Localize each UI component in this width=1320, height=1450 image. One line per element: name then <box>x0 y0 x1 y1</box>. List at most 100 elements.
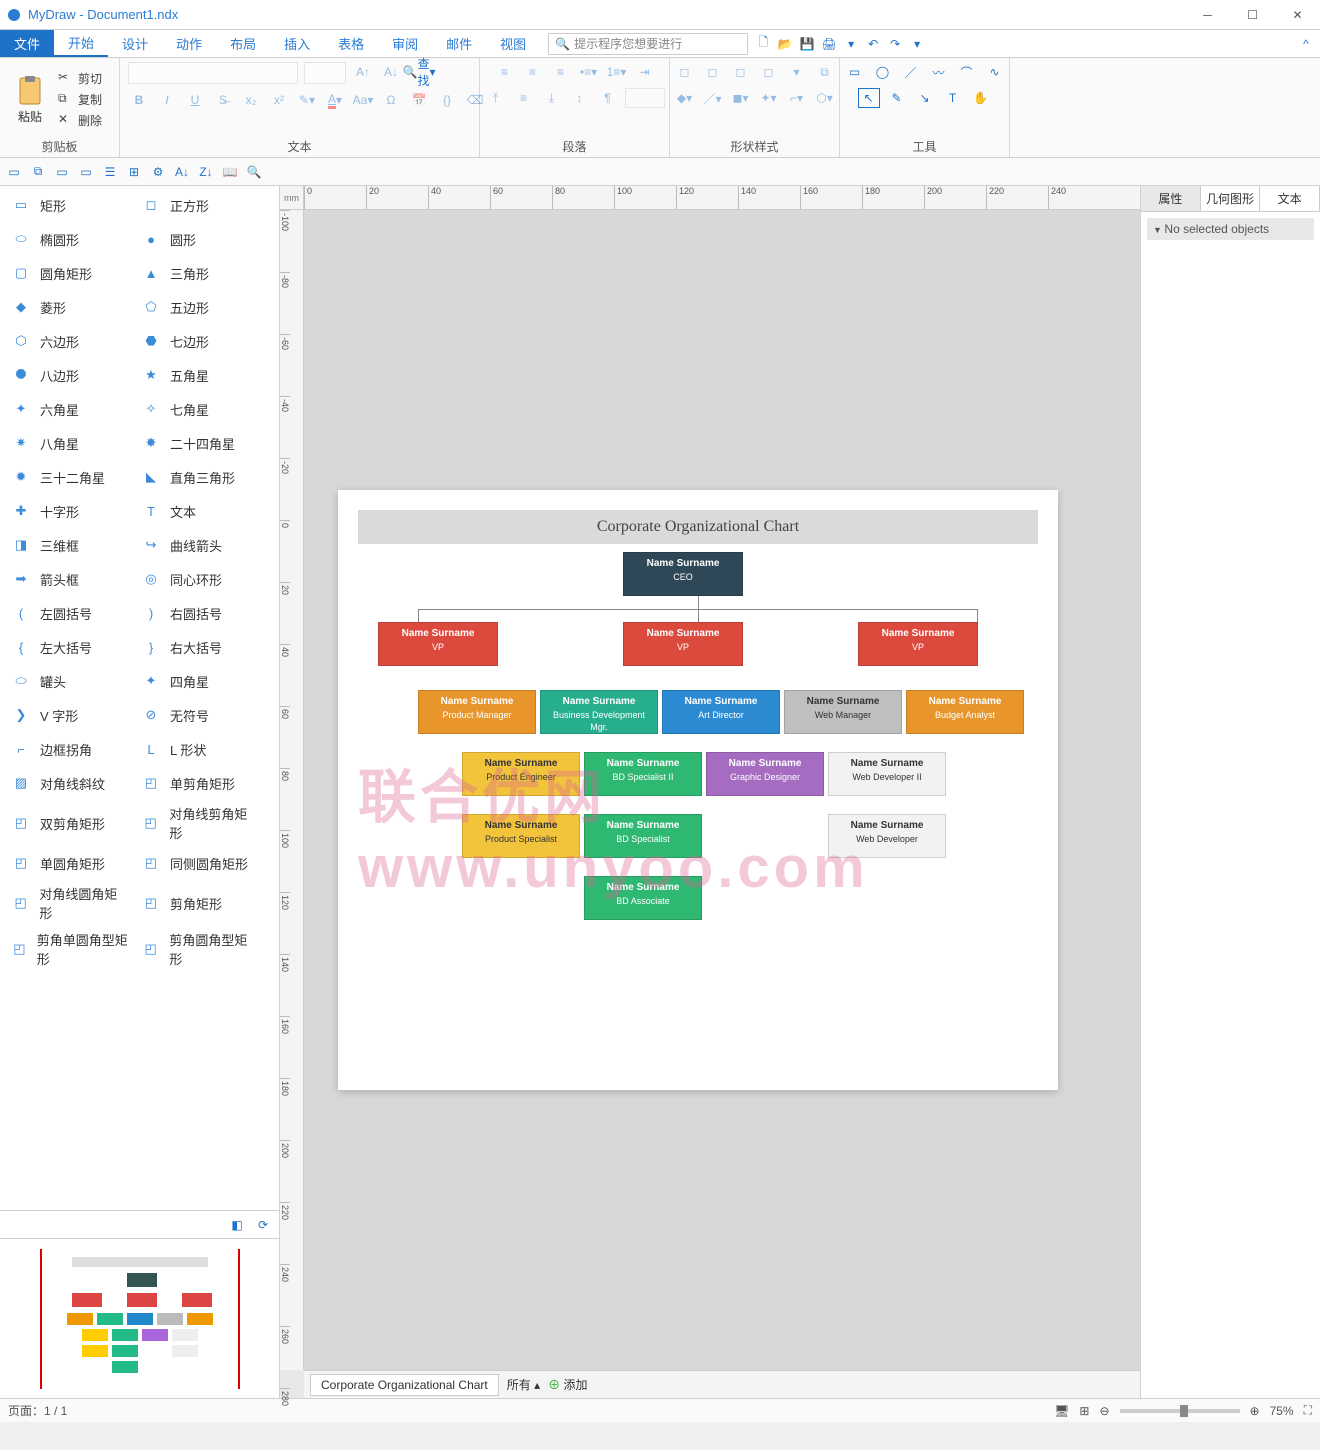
shape-item[interactable]: ◎同心环形 <box>138 566 258 592</box>
style-copy-icon[interactable]: ⧉ <box>814 62 836 82</box>
shape-item[interactable]: ⬭椭圆形 <box>8 226 128 252</box>
org-pe[interactable]: Name SurnameProduct Engineer <box>462 752 580 796</box>
shapes-search-icon[interactable]: 🔍 <box>244 162 264 182</box>
shape-item[interactable]: ◰剪角单圆角型矩形 <box>8 930 128 968</box>
underline-icon[interactable]: U <box>184 90 206 110</box>
shape-item[interactable]: ◰单剪角矩形 <box>138 770 258 796</box>
collapse-ribbon-icon[interactable]: ^ <box>1292 30 1320 57</box>
thumb-btn-1[interactable]: ◧ <box>227 1215 247 1235</box>
ruler-horizontal[interactable]: 020406080100120140160180200220240 <box>304 186 1140 210</box>
thumb-btn-2[interactable]: ⟳ <box>253 1215 273 1235</box>
shapes-sort-az[interactable]: A↓ <box>172 162 192 182</box>
tool-bezier-icon[interactable]: ∿ <box>984 62 1006 82</box>
style4-icon[interactable]: ◻ <box>758 62 780 82</box>
superscript-icon[interactable]: x² <box>268 90 290 110</box>
shape-item[interactable]: ⌐边框拐角 <box>8 736 128 762</box>
shape-item[interactable]: ⬭罐头 <box>8 668 128 694</box>
org-bdm[interactable]: Name SurnameBusiness Development Mgr. <box>540 690 658 734</box>
menu-home[interactable]: 开始 <box>54 30 108 57</box>
tool-pan-icon[interactable]: ✋ <box>970 88 992 108</box>
shape-item[interactable]: ◰单圆角矩形 <box>8 850 128 876</box>
menu-design[interactable]: 设计 <box>108 30 162 57</box>
menu-table[interactable]: 表格 <box>324 30 378 57</box>
geometry-icon[interactable]: ⬡▾ <box>814 88 836 108</box>
shapes-sort-za[interactable]: Z↓ <box>196 162 216 182</box>
tool-pen-icon[interactable]: ✎ <box>886 88 908 108</box>
valign-bot-icon[interactable]: ⤓ <box>541 88 563 108</box>
case-icon[interactable]: Aa▾ <box>352 90 374 110</box>
date-icon[interactable]: 📅 <box>408 90 430 110</box>
org-bda[interactable]: Name SurnameBD Associate <box>584 876 702 920</box>
shape-item[interactable]: ⬡六边形 <box>8 328 128 354</box>
valign-top-icon[interactable]: ⤒ <box>485 88 507 108</box>
org-bds[interactable]: Name SurnameBD Specialist <box>584 814 702 858</box>
shape-item[interactable]: ⯃八边形 <box>8 362 128 388</box>
tool-arc-icon[interactable]: ⌒ <box>956 62 978 82</box>
align-center-icon[interactable]: ≡ <box>522 62 544 82</box>
shape-item[interactable]: ◣直角三角形 <box>138 464 258 490</box>
menu-view[interactable]: 视图 <box>486 30 540 57</box>
shape-item[interactable]: ⬠五边形 <box>138 294 258 320</box>
shape-item[interactable]: ◰剪角圆角型矩形 <box>138 930 258 968</box>
shape-item[interactable]: ◆菱形 <box>8 294 128 320</box>
page-thumbnail[interactable] <box>0 1238 279 1398</box>
shape-item[interactable]: )右圆括号 <box>138 600 258 626</box>
shape-item[interactable]: ▭矩形 <box>8 192 128 218</box>
font-color-icon[interactable]: A▾ <box>324 90 346 110</box>
org-ps[interactable]: Name SurnameProduct Specialist <box>462 814 580 858</box>
shape-item[interactable]: ◨三维框 <box>8 532 128 558</box>
org-bds2[interactable]: Name SurnameBD Specialist II <box>584 752 702 796</box>
zoom-slider[interactable] <box>1120 1409 1240 1413</box>
qat-save-icon[interactable]: 💾 <box>798 35 816 53</box>
org-wd[interactable]: Name SurnameWeb Developer <box>828 814 946 858</box>
spacing-icon[interactable]: ↕ <box>569 88 591 108</box>
qat-print-icon[interactable]: 🖨 <box>820 35 838 53</box>
menu-layout[interactable]: 布局 <box>216 30 270 57</box>
shape-item[interactable]: ◰剪角矩形 <box>138 884 258 922</box>
shape-item[interactable]: ▢圆角矩形 <box>8 260 128 286</box>
status-view-icon[interactable]: 🖥 <box>1054 1404 1069 1418</box>
strike-icon[interactable]: S̶ <box>212 90 234 110</box>
shape-item[interactable]: {左大括号 <box>8 634 128 660</box>
maximize-button[interactable]: ☐ <box>1230 0 1275 30</box>
tool-rect-icon[interactable]: ▭ <box>844 62 866 82</box>
shapes-btn-6[interactable]: ⊞ <box>124 162 144 182</box>
tool-connector-icon[interactable]: ↘ <box>914 88 936 108</box>
tool-text-icon[interactable]: T <box>942 88 964 108</box>
delete-button[interactable]: ✕删除 <box>56 111 104 130</box>
org-vp-3[interactable]: Name SurnameVP <box>858 622 978 666</box>
shape-item[interactable]: ➡箭头框 <box>8 566 128 592</box>
shapes-btn-3[interactable]: ▭ <box>52 162 72 182</box>
font-family-combo[interactable] <box>128 62 298 84</box>
shape-item[interactable]: ✷八角星 <box>8 430 128 456</box>
qat-open-icon[interactable]: 📂 <box>776 35 794 53</box>
valign-mid-icon[interactable]: ≡ <box>513 88 535 108</box>
shapes-btn-1[interactable]: ▭ <box>4 162 24 182</box>
shape-item[interactable]: ▨对角线斜纹 <box>8 770 128 796</box>
cut-button[interactable]: ✂剪切 <box>56 69 104 88</box>
status-grid-icon[interactable]: ⊞ <box>1079 1404 1089 1418</box>
org-ba[interactable]: Name SurnameBudget Analyst <box>906 690 1024 734</box>
zoom-level[interactable]: 75% <box>1270 1404 1294 1418</box>
field-icon[interactable]: {} <box>436 90 458 110</box>
shape-item[interactable]: ◰同侧圆角矩形 <box>138 850 258 876</box>
drawing-page[interactable]: Corporate Organizational Chart Name Surn… <box>338 490 1058 1090</box>
numbering-icon[interactable]: 1≡▾ <box>606 62 628 82</box>
bold-icon[interactable]: B <box>128 90 150 110</box>
shape-item[interactable]: (左圆括号 <box>8 600 128 626</box>
org-gd[interactable]: Name SurnameGraphic Designer <box>706 752 824 796</box>
tool-curve-icon[interactable]: 〰 <box>928 62 950 82</box>
qat-drop-icon[interactable]: ▾ <box>908 35 926 53</box>
tool-line-icon[interactable]: ／ <box>900 62 922 82</box>
para-fill-swatch[interactable] <box>625 88 665 108</box>
corner-icon[interactable]: ⌐▾ <box>786 88 808 108</box>
style3-icon[interactable]: ◻ <box>730 62 752 82</box>
shapes-book-icon[interactable]: 📖 <box>220 162 240 182</box>
minimize-button[interactable]: ─ <box>1185 0 1230 30</box>
org-ceo[interactable]: Name SurnameCEO <box>623 552 743 596</box>
shape-item[interactable]: ⊘无符号 <box>138 702 258 728</box>
shape-item[interactable]: ↪曲线箭头 <box>138 532 258 558</box>
ruler-vertical[interactable]: -100-80-60-40-20020406080100120140160180… <box>280 210 304 1370</box>
align-left-icon[interactable]: ≡ <box>494 62 516 82</box>
qat-undo-icon[interactable]: ↶ <box>864 35 882 53</box>
